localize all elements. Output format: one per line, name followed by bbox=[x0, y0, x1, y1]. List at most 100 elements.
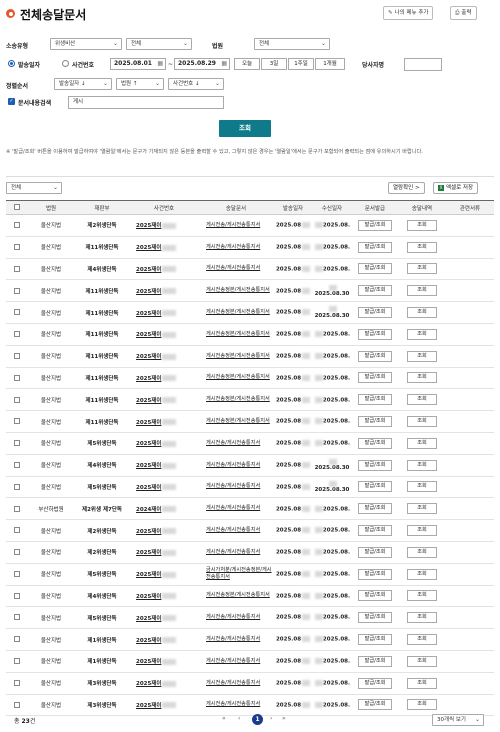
cell-case-no[interactable]: 2025재이 bbox=[130, 323, 198, 346]
cell-doc[interactable]: 게시전송/게시전송통지서 bbox=[198, 628, 274, 651]
cell-case-no[interactable]: 2025재이 bbox=[130, 541, 198, 564]
row-checkbox[interactable] bbox=[14, 570, 20, 577]
period-1month-button[interactable]: 1개월 bbox=[315, 58, 345, 70]
issue-view-button[interactable]: 발급/조회 bbox=[358, 328, 392, 340]
issue-view-button[interactable]: 발급/조회 bbox=[358, 634, 392, 646]
issue-view-button[interactable]: 발급/조회 bbox=[358, 459, 392, 471]
history-view-button[interactable]: 조회 bbox=[407, 285, 437, 297]
date-from-input[interactable]: 2025.08.01 ▦ bbox=[110, 58, 166, 70]
row-checkbox[interactable] bbox=[14, 418, 20, 425]
row-checkbox[interactable] bbox=[14, 701, 20, 708]
prev-page-icon[interactable]: ‹ bbox=[238, 715, 240, 722]
history-view-button[interactable]: 조회 bbox=[407, 481, 437, 493]
cell-doc[interactable]: 게시전송/게시전송통지서 bbox=[198, 672, 274, 695]
history-view-button[interactable]: 조회 bbox=[407, 699, 437, 711]
content-search-checkbox[interactable]: ✓ bbox=[8, 98, 15, 105]
cell-doc[interactable]: 게시전송정본/게시전송통지서 bbox=[198, 367, 274, 390]
issue-view-button[interactable]: 발급/조회 bbox=[358, 590, 392, 602]
period-today-button[interactable]: 오늘 bbox=[234, 58, 260, 70]
search-button[interactable]: 조회 bbox=[219, 120, 271, 137]
row-checkbox[interactable] bbox=[14, 222, 20, 229]
issue-view-button[interactable]: 발급/조회 bbox=[358, 307, 392, 319]
cell-case-no[interactable]: 2025재이 bbox=[130, 214, 198, 237]
select-all-header[interactable] bbox=[6, 200, 28, 215]
court-select[interactable]: 전체 ⌄ bbox=[254, 38, 330, 50]
cell-doc[interactable]: 게시전송정본/게시전송통지서 bbox=[198, 301, 274, 324]
issue-view-button[interactable]: 발급/조회 bbox=[358, 546, 392, 558]
issue-view-button[interactable]: 발급/조회 bbox=[358, 416, 392, 428]
history-view-button[interactable]: 조회 bbox=[407, 634, 437, 646]
issue-view-button[interactable]: 발급/조회 bbox=[358, 655, 392, 667]
cell-case-no[interactable]: 2025재이 bbox=[130, 672, 198, 695]
history-view-button[interactable]: 조회 bbox=[407, 394, 437, 406]
row-checkbox[interactable] bbox=[14, 331, 20, 338]
row-checkbox[interactable] bbox=[14, 396, 20, 403]
cell-case-no[interactable]: 2025재이 bbox=[130, 410, 198, 433]
cell-doc[interactable]: 게시전송/게시전송통지서 bbox=[198, 432, 274, 455]
history-view-button[interactable]: 조회 bbox=[407, 437, 437, 449]
issue-view-button[interactable]: 발급/조회 bbox=[358, 372, 392, 384]
row-checkbox[interactable] bbox=[14, 505, 20, 512]
history-view-button[interactable]: 조회 bbox=[407, 307, 437, 319]
row-checkbox[interactable] bbox=[14, 352, 20, 359]
cell-case-no[interactable]: 2025재이 bbox=[130, 585, 198, 608]
row-checkbox[interactable] bbox=[14, 287, 20, 294]
history-view-button[interactable]: 조회 bbox=[407, 612, 437, 624]
issue-view-button[interactable]: 발급/조회 bbox=[358, 394, 392, 406]
sort-send-date-select[interactable]: 발송일자 ↓ ⌄ bbox=[54, 78, 112, 90]
party-name-input[interactable] bbox=[404, 58, 442, 71]
sort-case-no-select[interactable]: 사건번호 ↓ ⌄ bbox=[168, 78, 224, 90]
issue-view-button[interactable]: 발급/조회 bbox=[358, 612, 392, 624]
issue-view-button[interactable]: 발급/조회 bbox=[358, 241, 392, 253]
issue-view-button[interactable]: 발급/조회 bbox=[358, 285, 392, 297]
issue-view-button[interactable]: 발급/조회 bbox=[358, 699, 392, 711]
cell-case-no[interactable]: 2025재이 bbox=[130, 279, 198, 303]
row-checkbox[interactable] bbox=[14, 527, 20, 534]
issue-view-button[interactable]: 발급/조회 bbox=[358, 525, 392, 537]
per-page-select[interactable]: 30개씩 보기 ⌄ bbox=[432, 714, 484, 726]
row-checkbox[interactable] bbox=[14, 658, 20, 665]
cell-case-no[interactable]: 2025재이 bbox=[130, 388, 198, 412]
history-view-button[interactable]: 조회 bbox=[407, 503, 437, 515]
period-1week-button[interactable]: 1주일 bbox=[288, 58, 314, 70]
history-view-button[interactable]: 조회 bbox=[407, 416, 437, 428]
history-view-button[interactable]: 조회 bbox=[407, 219, 437, 231]
history-view-button[interactable]: 조회 bbox=[407, 328, 437, 340]
history-view-button[interactable]: 조회 bbox=[407, 350, 437, 362]
cell-case-no[interactable]: 2025재이 bbox=[130, 367, 198, 390]
case-type-select[interactable]: 위생비산 ⌄ bbox=[50, 38, 122, 50]
cell-case-no[interactable]: 2025재이 bbox=[130, 650, 198, 673]
radio-case-no[interactable] bbox=[62, 60, 69, 67]
cell-doc[interactable]: 게시전송/게시전송통지서 bbox=[198, 454, 274, 477]
row-checkbox[interactable] bbox=[14, 592, 20, 599]
history-view-button[interactable]: 조회 bbox=[407, 263, 437, 275]
cell-doc[interactable]: 게시전송정본/게시전송통지서 bbox=[198, 345, 274, 368]
issue-view-button[interactable]: 발급/조회 bbox=[358, 437, 392, 449]
history-view-button[interactable]: 조회 bbox=[407, 525, 437, 537]
row-checkbox[interactable] bbox=[14, 483, 20, 490]
date-to-input[interactable]: 2025.08.29 ▦ bbox=[174, 58, 230, 70]
cell-doc[interactable]: 게시전송/게시전송통지서 bbox=[198, 236, 274, 259]
cell-case-no[interactable]: 2025재이 bbox=[130, 563, 198, 586]
first-page-icon[interactable]: « bbox=[222, 715, 226, 722]
next-page-icon[interactable]: › bbox=[270, 715, 272, 722]
cell-case-no[interactable]: 2025재이 bbox=[130, 432, 198, 455]
row-checkbox[interactable] bbox=[14, 243, 20, 250]
cell-doc[interactable]: 금시가처분/게시전송정본/게시전송통지서 bbox=[198, 563, 274, 586]
issue-view-button[interactable]: 발급/조회 bbox=[358, 677, 392, 689]
current-page[interactable]: 1 bbox=[252, 714, 263, 725]
issue-view-button[interactable]: 발급/조회 bbox=[358, 350, 392, 362]
cell-doc[interactable]: 게시전송정본/게시전송통지서 bbox=[198, 388, 274, 412]
cell-doc[interactable]: 게시전송정본/게시전송통지서 bbox=[198, 585, 274, 608]
cell-case-no[interactable]: 2025재이 bbox=[130, 519, 198, 542]
cell-doc[interactable]: 게시전송정본/게시전송통지서 bbox=[198, 410, 274, 433]
radio-send-date[interactable] bbox=[8, 60, 15, 67]
cell-case-no[interactable]: 2025재이 bbox=[130, 454, 198, 477]
cell-doc[interactable]: 게시전송/게시전송통지서 bbox=[198, 258, 274, 281]
cell-doc[interactable]: 게시전송/게시전송통지서 bbox=[198, 519, 274, 542]
cell-doc[interactable]: 게시전송/게시전송통지서 bbox=[198, 606, 274, 630]
cell-doc[interactable]: 게시전송정본/게시전송통지서 bbox=[198, 323, 274, 346]
cell-case-no[interactable]: 2025재이 bbox=[130, 476, 198, 499]
cell-case-no[interactable]: 2024재이 bbox=[130, 497, 198, 521]
cell-doc[interactable]: 게시전송정본/게시전송통지서 bbox=[198, 279, 274, 303]
